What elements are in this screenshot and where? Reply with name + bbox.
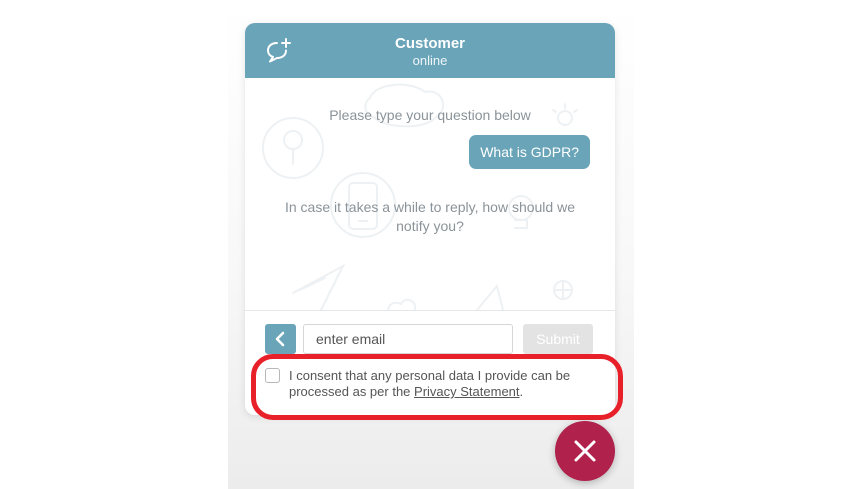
submit-button[interactable]: Submit [523,324,593,354]
message-area: Please type your question below What is … [245,78,615,310]
question-prompt: Please type your question below [329,107,531,123]
agent-status: online [412,53,448,68]
consent-checkbox[interactable] [265,368,280,383]
chevron-left-icon [275,331,285,347]
email-input[interactable] [303,324,513,354]
notify-prompt: In case it takes a while to reply, how s… [284,199,575,234]
chat-header: Customer online [245,23,615,78]
close-chat-button[interactable] [555,421,615,481]
user-message-bubble: What is GDPR? [469,135,590,169]
chat-title: Customer [394,35,465,52]
back-button[interactable] [265,324,296,354]
privacy-statement-link[interactable]: Privacy Statement [414,384,520,399]
consent-text-after: . [519,384,524,399]
composer-divider [245,310,615,311]
consent-text: I consent that any personal data I provi… [289,368,599,400]
chat-widget: Customer online Please type your questio… [245,23,615,415]
close-icon [574,440,596,462]
